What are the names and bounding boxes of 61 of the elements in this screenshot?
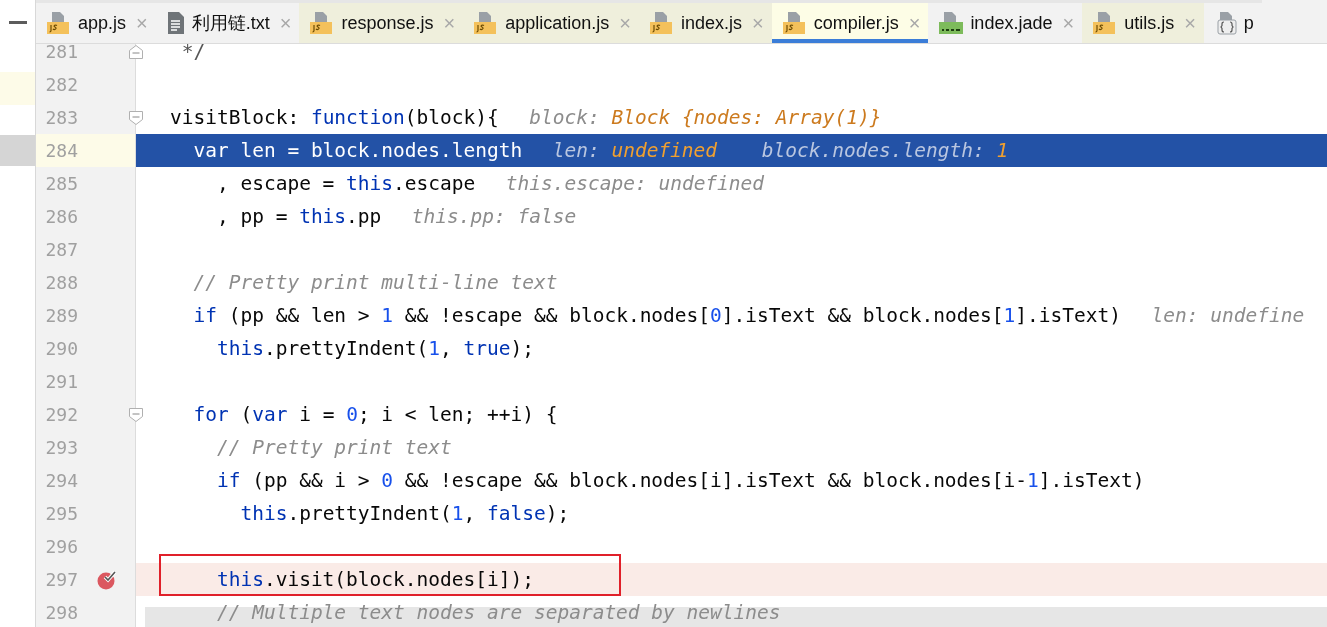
line-number: 281	[44, 44, 78, 62]
code-line: if (pp && i > 0 && !escape && block.nodes[i].isText && block.nodes[i-1].isText)	[215, 469, 1145, 492]
inline-value-hint: block: Block {nodes: Array(1)}	[529, 106, 882, 129]
code-line: */	[180, 44, 206, 63]
tab-label: response.js	[341, 12, 434, 34]
line-number: 293	[44, 437, 78, 458]
line-number: 283	[44, 107, 78, 128]
code-line: this.prettyIndent(1, true);	[215, 337, 534, 360]
text-file-icon	[165, 11, 186, 35]
code-line: // Pretty print multi-line text	[192, 271, 558, 294]
code-line: visitBlock: function(block){	[170, 106, 499, 129]
tab-label: 利用链.txt	[191, 12, 270, 35]
line-number: 298	[44, 602, 78, 623]
editor-tab[interactable]: response.js ×	[299, 0, 464, 43]
editor-tab[interactable]: compiler.js ×	[771, 0, 929, 43]
tab-label: compiler.js	[813, 12, 899, 34]
line-number: 282	[44, 74, 78, 95]
inline-value-hint: len: undefined	[552, 139, 718, 162]
code-line: var len = block.nodes.length	[192, 139, 523, 162]
js-file-icon	[781, 11, 808, 35]
js-file-icon	[648, 11, 675, 35]
editor-tab[interactable]: application.js ×	[463, 0, 639, 43]
fold-marker-icon[interactable]	[128, 110, 144, 126]
inline-value-hint: block.nodes.length: 1	[761, 139, 1009, 162]
code-line: this.prettyIndent(1, false);	[239, 502, 570, 525]
code-line: // Pretty print text	[215, 436, 452, 459]
line-number: 292	[44, 404, 78, 425]
tab-label: app.js	[78, 12, 127, 34]
js-file-icon	[46, 11, 72, 35]
tab-label: utils.js	[1124, 12, 1175, 34]
tab-label: p	[1243, 12, 1254, 34]
inline-value-hint: this.escape: undefined	[505, 172, 765, 195]
code-line: for (var i = 0; i < len; ++i) {	[192, 403, 558, 426]
editor-tab[interactable]: index.js ×	[638, 0, 772, 43]
tab-label: index.js	[680, 12, 742, 34]
code-line: this.visit(block.nodes[i]);	[215, 568, 534, 591]
code-line: // Multiple text nodes are separated by newlines	[215, 601, 781, 624]
inline-value-hint: this.pp: false	[411, 205, 577, 228]
line-number: 287	[44, 239, 78, 260]
line-number: 297	[44, 569, 78, 590]
inline-value-hint: len: undefine	[1151, 304, 1305, 327]
code-line: if (pp && len > 1 && !escape && block.nodes[0].isText && block.nodes[1].isText)	[192, 304, 1121, 327]
breakpoint-icon[interactable]	[95, 568, 118, 591]
tab-label: index.jade	[970, 12, 1053, 34]
tab-label: application.js	[505, 12, 610, 34]
code-line: , pp = this.pp	[215, 205, 382, 228]
line-number: 291	[44, 371, 78, 392]
line-number: 295	[44, 503, 78, 524]
line-number: 294	[44, 470, 78, 491]
line-number: 289	[44, 305, 78, 326]
jade-file-icon	[938, 11, 965, 35]
fold-marker-icon[interactable]	[128, 407, 144, 423]
code-line: , escape = this.escape	[215, 172, 476, 195]
line-number: 285	[44, 173, 78, 194]
minimize-icon[interactable]	[8, 20, 27, 24]
line-number: 296	[44, 536, 78, 557]
line-number: 286	[44, 206, 78, 227]
line-number: 284	[44, 140, 78, 161]
editor-tab[interactable]: utils.js ×	[1082, 0, 1204, 43]
line-number: 288	[44, 272, 78, 293]
line-number: 290	[44, 338, 78, 359]
